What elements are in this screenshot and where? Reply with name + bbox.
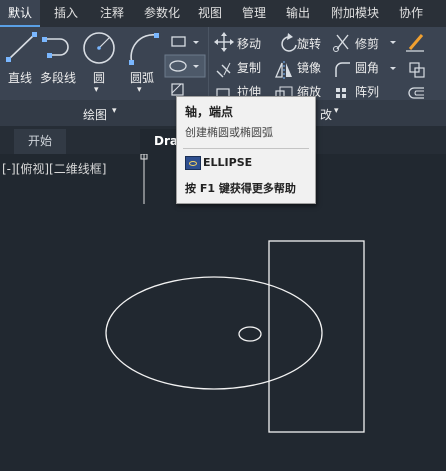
erase-icon[interactable] <box>406 34 424 52</box>
drawn-ellipse[interactable] <box>105 276 323 390</box>
modify-panel-dropdown-arrow[interactable]: ▾ <box>334 106 339 116</box>
rectangle-icon[interactable] <box>171 36 199 47</box>
command-icon <box>185 156 201 170</box>
crosshair-cursor <box>140 154 148 204</box>
tab-addins[interactable]: 附加模块 <box>326 0 384 27</box>
tab-parametric[interactable]: 参数化 <box>138 0 186 27</box>
offset-icon[interactable] <box>408 87 424 99</box>
arc-tool-label[interactable]: 圆弧 <box>130 69 154 86</box>
trim-icon[interactable] <box>333 34 349 52</box>
fillet-icon[interactable] <box>335 62 350 77</box>
tab-annotate[interactable]: 注释 <box>92 0 132 27</box>
array-icon[interactable] <box>336 88 346 98</box>
tab-default[interactable]: 默认 <box>0 0 40 27</box>
tab-collaborate[interactable]: 协作 <box>392 0 430 27</box>
arc-dropdown-arrow[interactable]: ▾ <box>137 85 142 95</box>
circle-dropdown-arrow[interactable]: ▾ <box>94 85 99 95</box>
draw-tool-icons <box>6 32 206 96</box>
tooltip-description: 创建椭圆或椭圆弧 <box>185 126 273 139</box>
panel-separator <box>208 27 209 101</box>
tab-view[interactable]: 视图 <box>192 0 228 27</box>
line-tool-label[interactable]: 直线 <box>8 69 32 86</box>
draw-panel-title[interactable]: 绘图 <box>83 106 107 123</box>
rotate-tool-label[interactable]: 旋转 <box>297 35 321 52</box>
modify-panel-title[interactable]: 改 <box>320 106 332 123</box>
line-icon[interactable] <box>6 32 37 62</box>
copy-icon[interactable] <box>216 62 231 78</box>
explode-icon[interactable] <box>409 62 425 78</box>
circle-tool-label[interactable]: 圆 <box>93 69 105 86</box>
trim-tool-label[interactable]: 修剪 <box>355 35 379 52</box>
ellipse-icon[interactable] <box>164 54 206 78</box>
tooltip-title: 轴，端点 <box>185 105 234 119</box>
mirror-icon[interactable] <box>275 61 292 79</box>
arc-icon[interactable] <box>129 33 159 65</box>
dropdown-arrow-icon[interactable] <box>390 41 396 70</box>
mirror-tool-label[interactable]: 镜像 <box>297 59 321 76</box>
move-icon[interactable] <box>214 32 234 52</box>
tab-output[interactable]: 输出 <box>280 0 316 27</box>
polyline-icon[interactable] <box>42 37 69 58</box>
tooltip-divider <box>183 148 309 149</box>
doc-tab-start[interactable]: 开始 <box>14 129 67 154</box>
rotate-icon[interactable] <box>281 33 297 52</box>
drawn-small-ellipse[interactable] <box>238 326 262 342</box>
polyline-tool-label[interactable]: 多段线 <box>40 69 76 86</box>
tooltip-help-hint: 按 F1 键获得更多帮助 <box>185 182 296 195</box>
tab-manage[interactable]: 管理 <box>236 0 272 27</box>
tab-insert[interactable]: 插入 <box>46 0 86 27</box>
tooltip-command-name: ELLIPSE <box>203 156 253 169</box>
hatch-icon[interactable] <box>171 83 184 96</box>
drawn-rectangle[interactable] <box>268 240 365 433</box>
ribbon-tab-bar: 默认 插入 注释 参数化 视图 管理 输出 附加模块 协作 <box>0 0 446 27</box>
fillet-tool-label[interactable]: 圆角 <box>355 59 379 76</box>
move-tool-label[interactable]: 移动 <box>237 35 261 52</box>
circle-icon[interactable] <box>83 32 115 64</box>
draw-panel-dropdown-arrow[interactable]: ▾ <box>112 106 117 116</box>
array-tool-label[interactable]: 阵列 <box>355 83 379 100</box>
copy-tool-label[interactable]: 复制 <box>237 59 261 76</box>
ellipse-tooltip: 轴，端点 创建椭圆或椭圆弧 ELLIPSE 按 F1 键获得更多帮助 <box>176 96 316 204</box>
